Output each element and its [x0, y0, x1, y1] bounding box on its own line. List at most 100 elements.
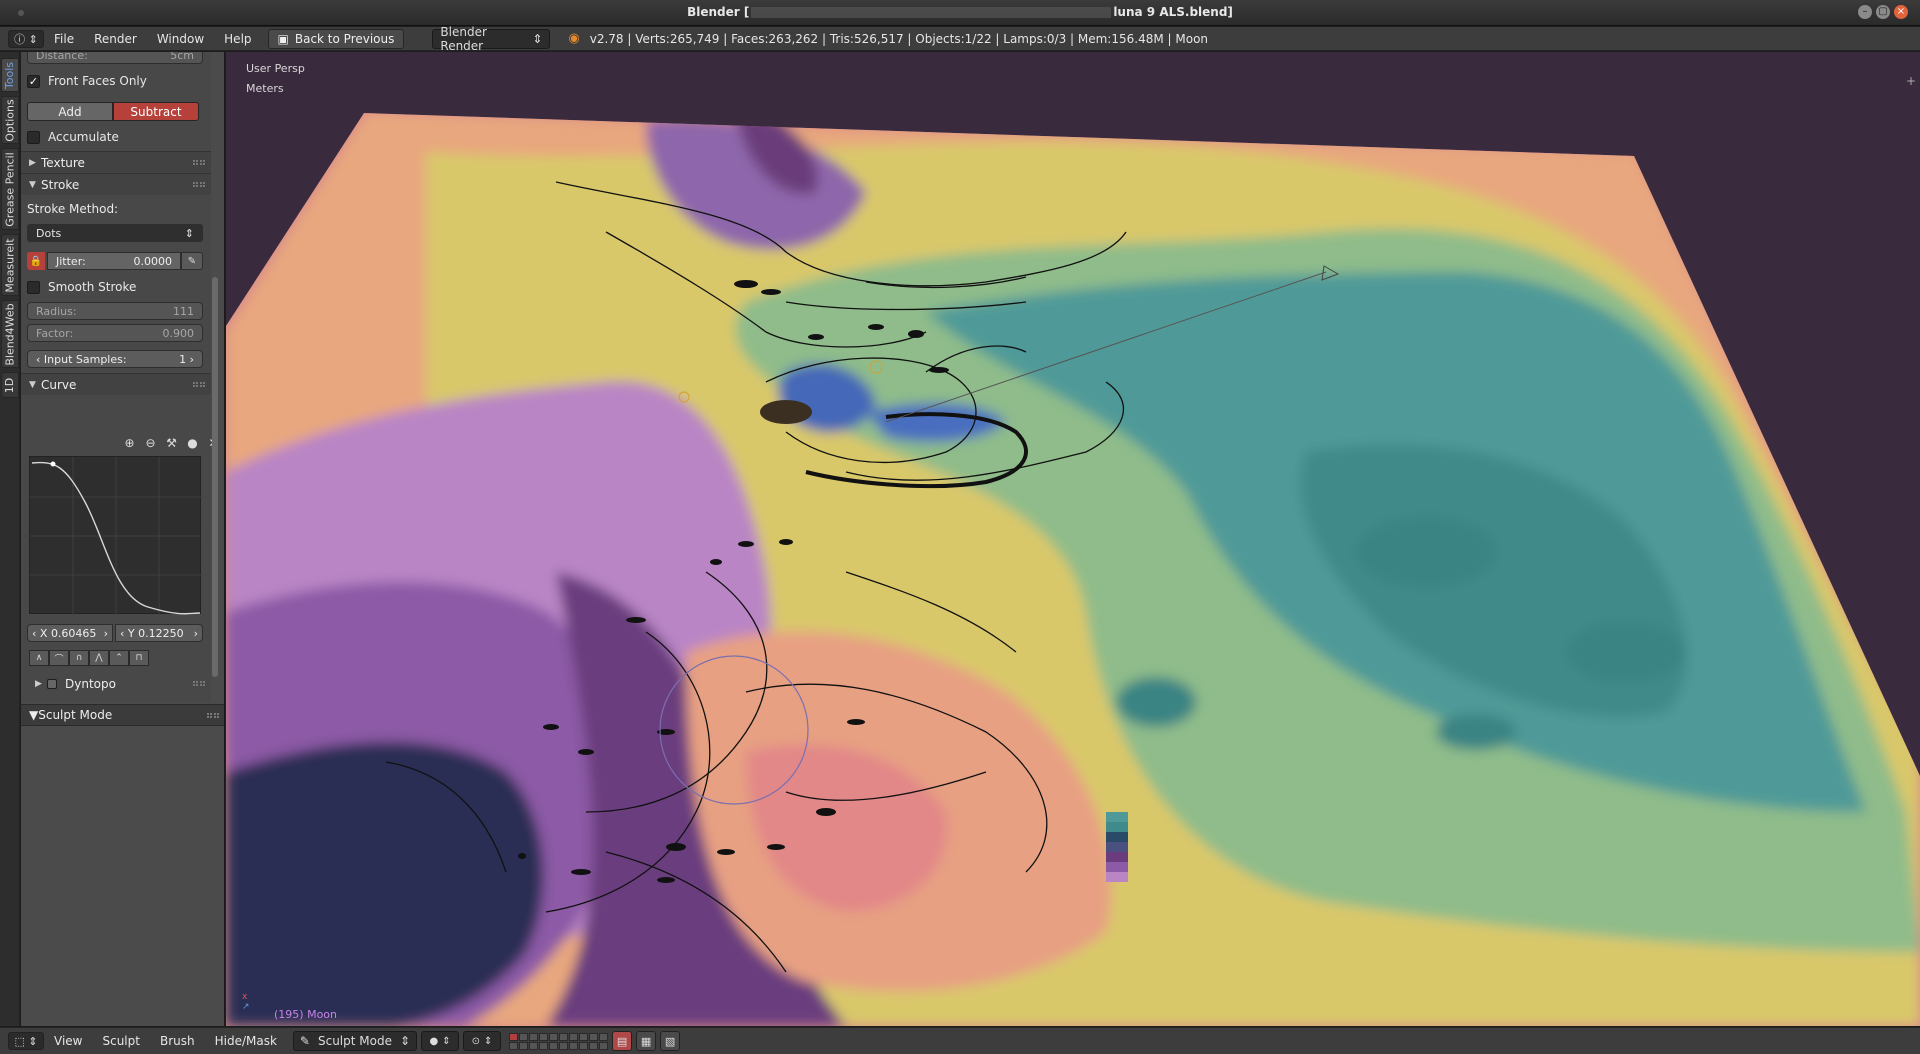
smooth-preset-icon[interactable]: ∧ [29, 650, 49, 666]
accumulate-checkbox[interactable] [27, 130, 40, 144]
layer-button[interactable] [539, 1032, 549, 1041]
properties-toggle-icon[interactable]: + [1906, 74, 1916, 88]
minimize-icon[interactable]: – [1858, 5, 1872, 19]
layer-button[interactable] [579, 1041, 589, 1050]
layer-button[interactable] [509, 1041, 519, 1050]
max-preset-icon[interactable]: ⊓ [129, 650, 149, 666]
sculpt-mode-panel-header[interactable]: ▼ Sculpt Mode [21, 704, 224, 726]
zoom-in-icon[interactable]: ⊕ [123, 436, 136, 450]
radius-field[interactable]: Radius: 111 [27, 302, 203, 320]
layer-button[interactable] [529, 1041, 539, 1050]
lock-camera-icon[interactable]: ▤ [612, 1031, 633, 1051]
menu-render[interactable]: Render [84, 32, 147, 46]
layer-button[interactable] [599, 1041, 609, 1050]
menu-window[interactable]: Window [147, 32, 214, 46]
render-engine-select[interactable]: Blender Render ⇕ [432, 25, 551, 53]
texture-panel-header[interactable]: ▶ Texture [21, 151, 211, 173]
pivot-point-select[interactable]: ⊙ ⇕ [463, 1031, 502, 1051]
subtract-button[interactable]: Subtract [113, 102, 199, 121]
menu-help[interactable]: Help [214, 32, 261, 46]
menu-view[interactable]: View [44, 1034, 92, 1048]
jitter-lock-icon[interactable]: 🔒 [27, 252, 45, 270]
factor-label: Factor: [36, 326, 74, 340]
curve-x-value: ‹ X 0.60465 [32, 626, 97, 640]
layer-button[interactable] [549, 1041, 559, 1050]
tab-1d[interactable]: 1D [1, 372, 19, 398]
zoom-out-icon[interactable]: ⊖ [144, 436, 157, 450]
curve-control-point[interactable] [50, 461, 56, 467]
wrench-icon[interactable]: ⚒ [165, 436, 178, 450]
layer-button[interactable] [519, 1041, 529, 1050]
viewport-shading-select[interactable]: ● ⇕ [421, 1031, 460, 1051]
line-preset-icon[interactable]: ⌃ [109, 650, 129, 666]
layer-button[interactable] [519, 1032, 529, 1041]
tool-shelf-scrollbar[interactable] [211, 52, 219, 702]
stroke-panel-header[interactable]: ▼ Stroke [21, 173, 211, 195]
factor-value: 0.900 [162, 326, 195, 340]
3d-viewport[interactable]: User Persp Meters + x ↗ (195) Moon [226, 52, 1920, 1026]
dyntopo-panel-header[interactable]: ▶ Dyntopo [21, 673, 211, 695]
tab-measureit[interactable]: Measureit [1, 234, 19, 296]
tab-options[interactable]: Options [1, 96, 19, 144]
layer-button[interactable] [569, 1032, 579, 1041]
menu-file[interactable]: File [44, 32, 84, 46]
layer-button[interactable] [509, 1032, 519, 1041]
factor-field[interactable]: Factor: 0.900 [27, 324, 203, 342]
front-faces-only-option[interactable]: ✓ Front Faces Only [27, 74, 147, 88]
panel-grip-icon[interactable] [193, 382, 205, 387]
distance-value: 5cm [170, 52, 194, 62]
panel-grip-icon[interactable] [193, 182, 205, 187]
maximize-icon[interactable]: ▢ [1876, 5, 1890, 19]
menu-brush[interactable]: Brush [150, 1034, 205, 1048]
round-preset-icon[interactable]: ⌒ [49, 650, 69, 666]
scene-layers[interactable] [509, 1032, 609, 1050]
scrollbar-thumb[interactable] [212, 277, 218, 677]
menu-sculpt[interactable]: Sculpt [92, 1034, 149, 1048]
menu-hide-mask[interactable]: Hide/Mask [205, 1034, 287, 1048]
add-button[interactable]: Add [27, 102, 113, 121]
layer-button[interactable] [549, 1032, 559, 1041]
layer-button[interactable] [589, 1032, 599, 1041]
panel-grip-icon[interactable] [193, 681, 205, 686]
falloff-curve-graph[interactable] [30, 457, 202, 615]
falloff-curve-widget[interactable] [29, 456, 202, 615]
layer-button[interactable] [529, 1032, 539, 1041]
tab-blend4web[interactable]: Blend4Web [1, 300, 19, 368]
render-preview-icon[interactable]: ▦ [636, 1031, 657, 1051]
front-faces-only-checkbox[interactable]: ✓ [27, 74, 40, 88]
tab-grease-pencil[interactable]: Grease Pencil [1, 148, 19, 230]
curve-y-field[interactable]: ‹ Y 0.12250 › [115, 624, 203, 642]
layer-button[interactable] [589, 1041, 599, 1050]
accumulate-option[interactable]: Accumulate [27, 130, 119, 144]
layer-button[interactable] [559, 1032, 569, 1041]
curve-x-field[interactable]: ‹ X 0.60465 › [27, 624, 113, 642]
pressure-toggle-icon[interactable]: ✎ [181, 252, 203, 270]
jitter-field[interactable]: Jitter: 0.0000 [47, 252, 181, 270]
panel-grip-icon[interactable] [207, 713, 219, 718]
active-object-label: (195) Moon [274, 1008, 337, 1021]
input-samples-field[interactable]: ‹ Input Samples: 1 › [27, 350, 203, 368]
3d-view-editor-type[interactable]: ⬚ ⇕ [8, 1032, 44, 1050]
layer-button[interactable] [539, 1041, 549, 1050]
close-icon[interactable]: × [1894, 5, 1908, 19]
layer-button[interactable] [569, 1041, 579, 1050]
panel-grip-icon[interactable] [193, 160, 205, 165]
curve-panel-header[interactable]: ▼ Curve [21, 373, 211, 395]
mode-select[interactable]: ✎ Sculpt Mode ⇕ [292, 1031, 418, 1051]
back-to-previous-button[interactable]: ▣ Back to Previous [267, 28, 405, 49]
tab-tools[interactable]: Tools [1, 58, 19, 92]
stroke-method-select[interactable]: Dots ⇕ [27, 224, 203, 242]
layer-button[interactable] [559, 1041, 569, 1050]
layer-button[interactable] [579, 1032, 589, 1041]
sculpt-terrain-mesh[interactable] [226, 52, 1920, 1026]
smooth-stroke-option[interactable]: Smooth Stroke [27, 280, 136, 294]
editor-type-selector[interactable]: ⓘ ⇕ [8, 29, 44, 48]
render-animation-icon[interactable]: ▧ [660, 1031, 681, 1051]
point-icon[interactable]: ● [186, 436, 199, 450]
distance-field[interactable]: Distance: 5cm [27, 52, 203, 64]
sharp-preset-icon[interactable]: ⋀ [89, 650, 109, 666]
layer-button[interactable] [599, 1032, 609, 1041]
smooth-stroke-checkbox[interactable] [27, 280, 40, 294]
root-preset-icon[interactable]: ∩ [69, 650, 89, 666]
dyntopo-checkbox[interactable] [47, 679, 57, 689]
